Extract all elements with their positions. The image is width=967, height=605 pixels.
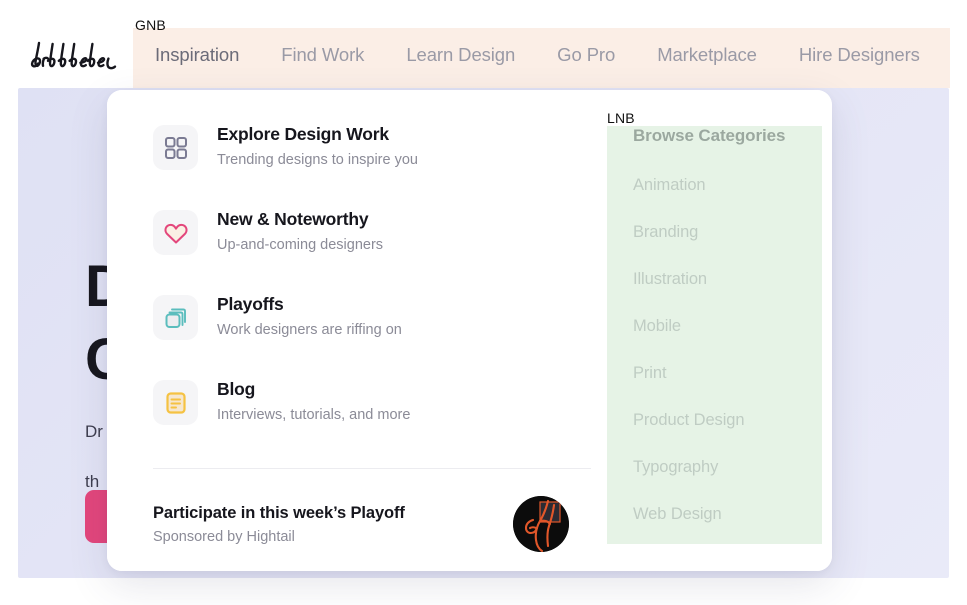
nav-item-marketplace[interactable]: Marketplace	[636, 44, 778, 66]
dropdown-divider	[153, 468, 591, 469]
menu-item-new-and-noteworthy[interactable]: New & Noteworthy Up-and-coming designers	[153, 207, 573, 292]
menu-item-description: Trending designs to inspire you	[217, 151, 418, 168]
hand-illustration-avatar	[513, 496, 569, 552]
screen: D C Dr th Inspiration Find Work Learn De…	[0, 0, 967, 605]
stacked-squares-icon	[153, 295, 198, 340]
menu-item-description: Up-and-coming designers	[217, 236, 384, 253]
category-item-web-design[interactable]: Web Design	[633, 505, 832, 524]
menu-item-title: Blog	[217, 379, 256, 399]
menu-item-text: Explore Design Work Trending designs to …	[217, 122, 418, 170]
sponsor-text: Participate in this week’s Playoff Spons…	[153, 504, 405, 545]
category-item-illustration[interactable]: Illustration	[633, 270, 832, 289]
browse-categories-list: Browse Categories Animation Branding Ill…	[633, 126, 832, 524]
lnb-annotation-label: LNB	[607, 110, 635, 126]
nav-item-inspiration[interactable]: Inspiration	[155, 44, 260, 66]
menu-item-text: Playoffs Work designers are riffing on	[217, 292, 402, 340]
inspiration-dropdown-panel: Explore Design Work Trending designs to …	[107, 90, 832, 571]
gnb-annotation-label: GNB	[135, 17, 166, 33]
nav-item-find-work[interactable]: Find Work	[260, 44, 385, 66]
global-navigation-bar: Inspiration Find Work Learn Design Go Pr…	[0, 0, 967, 88]
category-item-animation[interactable]: Animation	[633, 176, 832, 195]
menu-item-explore-design-work[interactable]: Explore Design Work Trending designs to …	[153, 122, 573, 207]
dropdown-menu-list: Explore Design Work Trending designs to …	[153, 122, 573, 462]
menu-item-title: Playoffs	[217, 294, 284, 314]
menu-item-blog[interactable]: Blog Interviews, tutorials, and more	[153, 377, 573, 462]
menu-item-title: Explore Design Work	[217, 124, 389, 144]
browse-categories-heading: Browse Categories	[633, 126, 786, 145]
menu-item-playoffs[interactable]: Playoffs Work designers are riffing on	[153, 292, 573, 377]
dribbble-wordmark-icon	[30, 41, 117, 70]
heart-icon	[153, 210, 198, 255]
menu-item-title: New & Noteworthy	[217, 209, 369, 229]
category-item-print[interactable]: Print	[633, 364, 832, 383]
category-item-typography[interactable]: Typography	[633, 458, 832, 477]
menu-item-description: Interviews, tutorials, and more	[217, 406, 411, 423]
category-item-mobile[interactable]: Mobile	[633, 317, 832, 336]
menu-item-text: New & Noteworthy Up-and-coming designers	[217, 207, 383, 255]
menu-item-text: Blog Interviews, tutorials, and more	[217, 377, 410, 425]
category-item-branding[interactable]: Branding	[633, 223, 832, 242]
sponsor-subtitle: Sponsored by Hightail	[153, 528, 295, 545]
grid-icon	[153, 125, 198, 170]
menu-item-description: Work designers are riffing on	[217, 321, 402, 338]
sponsored-playoff-promo[interactable]: Participate in this week’s Playoff Spons…	[153, 488, 591, 560]
dribbble-logo[interactable]	[24, 40, 129, 79]
nav-item-hire-designers[interactable]: Hire Designers	[778, 44, 941, 66]
nav-item-learn-design[interactable]: Learn Design	[385, 44, 536, 66]
nav-item-go-pro[interactable]: Go Pro	[536, 44, 636, 66]
sponsor-title: Participate in this week’s Playoff	[153, 503, 405, 522]
category-item-product-design[interactable]: Product Design	[633, 411, 832, 430]
nav-item-list: Inspiration Find Work Learn Design Go Pr…	[155, 44, 941, 66]
document-icon	[153, 380, 198, 425]
